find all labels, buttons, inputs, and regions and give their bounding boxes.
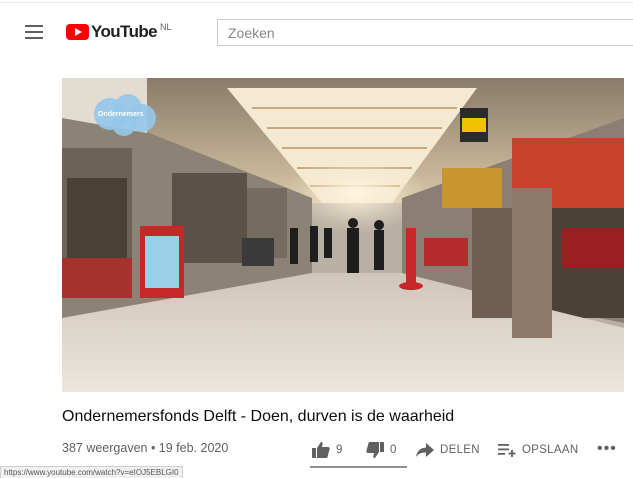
search-input[interactable] xyxy=(217,19,633,46)
video-title: Ondernemersfonds Delft - Doen, durven is… xyxy=(62,408,455,425)
thumbs-down-icon xyxy=(366,442,384,458)
thumbs-up-icon xyxy=(312,442,330,458)
video-meta: 387 weergaven • 19 feb. 2020 xyxy=(62,441,229,455)
menu-icon[interactable] xyxy=(25,25,43,39)
share-button[interactable]: DELEN xyxy=(416,440,480,460)
dislike-button[interactable]: 0 xyxy=(366,440,397,460)
top-divider xyxy=(0,2,633,3)
youtube-logo[interactable]: YouTube NL xyxy=(66,22,172,44)
link-preview-status: https://www.youtube.com/watch?v=eIOJ5EBL… xyxy=(0,466,183,478)
dislike-count: 0 xyxy=(390,444,397,456)
share-arrow-icon xyxy=(416,443,434,457)
watermark-text: Ondernemers xyxy=(98,111,144,118)
save-label: OPSLAAN xyxy=(522,444,579,456)
video-player[interactable]: Ondernemers xyxy=(62,78,624,392)
logo-wordmark: YouTube xyxy=(91,22,158,41)
more-actions-icon[interactable]: ••• xyxy=(597,440,617,458)
like-count: 9 xyxy=(336,444,343,456)
play-logo-icon xyxy=(66,24,89,40)
video-frame-image: Ondernemers xyxy=(62,78,624,392)
like-button[interactable]: 9 xyxy=(312,440,343,460)
country-code: NL xyxy=(160,22,172,32)
sentiment-bar xyxy=(310,466,407,468)
playlist-add-icon xyxy=(498,444,516,457)
masthead: YouTube NL xyxy=(0,0,633,56)
save-button[interactable]: OPSLAAN xyxy=(498,440,578,460)
share-label: DELEN xyxy=(440,444,480,456)
